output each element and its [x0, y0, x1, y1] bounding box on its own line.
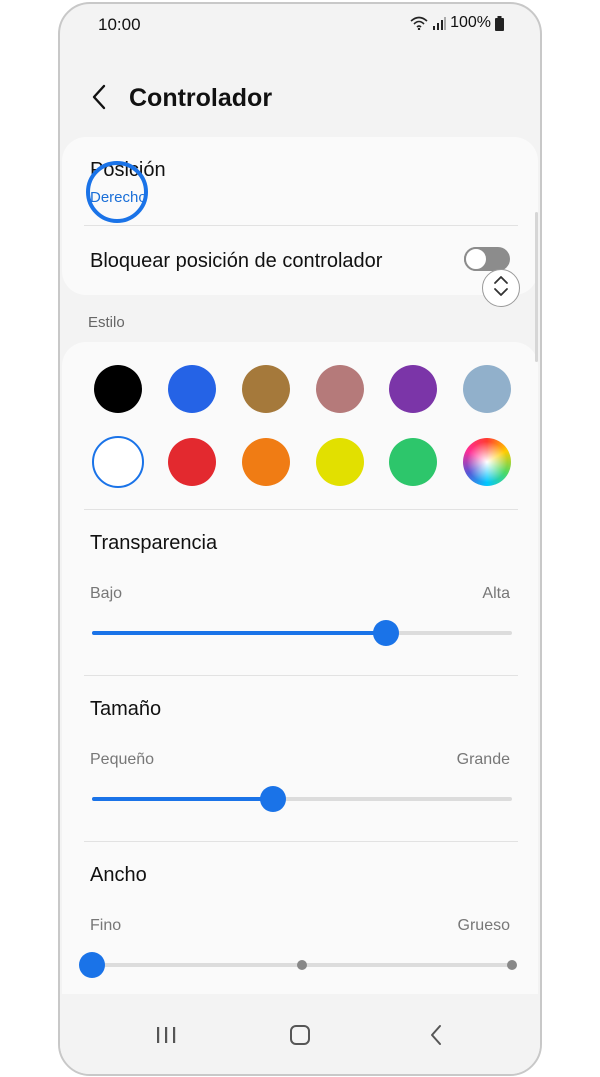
color-swatch-rose[interactable] — [316, 365, 364, 413]
home-icon — [289, 1024, 311, 1051]
color-swatch-brown[interactable] — [242, 365, 290, 413]
size-max-label: Grande — [456, 751, 510, 768]
divider — [84, 675, 518, 676]
size-title: Tamaño — [90, 698, 162, 720]
color-swatch-white[interactable] — [92, 436, 144, 488]
toggle-knob — [464, 247, 488, 271]
signal-icon — [432, 16, 447, 30]
style-card: Transparencia Bajo Alta Tamaño Pequeño G… — [62, 342, 538, 1002]
lock-position-label: Bloquear posición de controlador — [90, 250, 383, 272]
color-swatch-green[interactable] — [389, 438, 437, 486]
expand-collapse-button[interactable] — [482, 269, 520, 307]
color-swatch-light-blue[interactable] — [463, 365, 511, 413]
slider-thumb[interactable] — [373, 620, 399, 646]
transparency-title: Transparencia — [90, 532, 218, 554]
chevron-left-icon — [429, 1024, 443, 1051]
slider-thumb[interactable] — [259, 786, 286, 812]
size-min-label: Pequeño — [90, 751, 155, 768]
color-swatch-blue[interactable] — [168, 365, 216, 413]
phone-frame: 10:00 100% Controlador Posición Derecho — [58, 2, 542, 1076]
slider-fill — [92, 797, 273, 801]
width-min-label: Fino — [90, 917, 122, 934]
slider-step-dot[interactable] — [507, 960, 517, 970]
recent-apps-icon — [155, 1025, 177, 1050]
back-button[interactable] — [86, 84, 112, 114]
status-icons: 100% — [410, 14, 504, 32]
color-swatch-black[interactable] — [94, 365, 142, 413]
color-swatch-purple[interactable] — [389, 365, 437, 413]
battery-icon — [495, 15, 504, 31]
home-button[interactable] — [280, 1020, 320, 1054]
scroll-indicator[interactable] — [535, 212, 538, 362]
position-row[interactable]: Posición Derecho — [62, 137, 538, 225]
width-max-label: Grueso — [457, 917, 510, 934]
page-title: Controlador — [129, 84, 273, 112]
status-time: 10:00 — [98, 15, 141, 34]
slider-fill — [92, 631, 386, 635]
highlight-circle — [86, 161, 148, 223]
battery-percent: 100% — [450, 14, 491, 31]
settings-card-position: Posición Derecho Bloquear posición de co… — [62, 137, 538, 307]
color-swatch-red[interactable] — [168, 438, 216, 486]
width-title: Ancho — [90, 864, 147, 886]
transparency-max-label: Alta — [482, 585, 510, 602]
recent-apps-button[interactable] — [146, 1020, 186, 1054]
app-header: Controlador — [60, 74, 540, 124]
slider-step-dot[interactable] — [297, 960, 307, 970]
slider-thumb[interactable] — [79, 952, 105, 978]
width-slider[interactable] — [79, 952, 517, 978]
style-section-label: Estilo — [88, 314, 125, 331]
status-bar: 10:00 100% — [60, 4, 540, 44]
divider — [84, 841, 518, 842]
chevron-up-down-icon — [493, 274, 509, 303]
transparency-slider[interactable] — [92, 620, 512, 646]
wifi-icon — [410, 16, 428, 30]
color-swatch-yellow[interactable] — [316, 438, 364, 486]
navigation-bar — [60, 994, 540, 1074]
color-swatch-orange[interactable] — [242, 438, 290, 486]
color-swatch-custom[interactable] — [463, 438, 511, 486]
transparency-min-label: Bajo — [90, 585, 123, 602]
divider — [84, 509, 518, 510]
size-slider[interactable] — [92, 786, 512, 812]
nav-back-button[interactable] — [416, 1020, 456, 1054]
chevron-left-icon — [92, 84, 106, 115]
lock-position-toggle[interactable] — [464, 247, 510, 271]
